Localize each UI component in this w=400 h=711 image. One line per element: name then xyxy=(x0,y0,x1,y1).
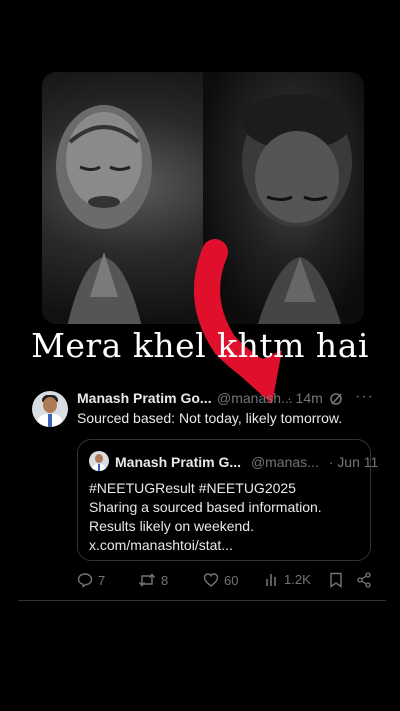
quoted-link[interactable]: x.com/manashtoi/stat... xyxy=(89,537,233,553)
bookmark-button[interactable] xyxy=(329,572,343,588)
repost-icon xyxy=(138,573,156,587)
share-button[interactable] xyxy=(356,572,372,588)
reply-count: 7 xyxy=(98,572,106,588)
views-count: 1.2K xyxy=(284,572,311,587)
quoted-tweet-date: · Jun 11 xyxy=(328,454,379,470)
views-button[interactable]: 1.2K xyxy=(265,572,311,587)
like-button[interactable]: 60 xyxy=(203,572,238,588)
author-avatar[interactable] xyxy=(32,391,68,427)
quoted-author-name: Manash Pratim G... xyxy=(115,454,242,470)
repost-count: 8 xyxy=(161,572,169,588)
repost-button[interactable]: 8 xyxy=(138,572,168,588)
share-icon xyxy=(357,572,371,588)
meme-caption: Mera khel khtm hai xyxy=(31,326,369,365)
quoted-author-avatar xyxy=(89,451,109,471)
tweet-text: Sourced based: Not today, likely tomorro… xyxy=(77,410,343,426)
author-name[interactable]: Manash Pratim Go... xyxy=(77,390,212,406)
quoted-tweet-header: Manash Pratim G... @manas... · Jun 11 xyxy=(115,454,378,470)
author-handle[interactable]: @manash... xyxy=(217,390,293,406)
quoted-author-handle: @manas... xyxy=(250,454,319,470)
like-count: 60 xyxy=(224,572,239,588)
bookmark-icon xyxy=(330,572,342,588)
quoted-text-line: #NEETUGResult #NEETUG2025 xyxy=(89,480,296,496)
reply-icon xyxy=(77,573,93,588)
quoted-tweet[interactable]: Manash Pratim G... @manas... · Jun 11 #N… xyxy=(77,439,378,561)
heart-icon xyxy=(203,573,219,587)
quoted-text-line: Sharing a sourced based information. xyxy=(89,499,322,515)
tweet-actions: 7 8 60 1.2K xyxy=(77,572,377,592)
divider xyxy=(18,600,386,601)
more-options-icon[interactable]: ··· xyxy=(355,388,374,406)
views-icon xyxy=(266,573,276,586)
grok-icon[interactable] xyxy=(329,392,343,409)
quoted-text-line: Results likely on weekend. xyxy=(89,518,254,534)
tweet-time[interactable]: · 14m xyxy=(287,390,323,406)
tweet-header: Manash Pratim Go... @manash... · 14m ··· xyxy=(77,388,377,410)
reply-button[interactable]: 7 xyxy=(77,572,105,588)
